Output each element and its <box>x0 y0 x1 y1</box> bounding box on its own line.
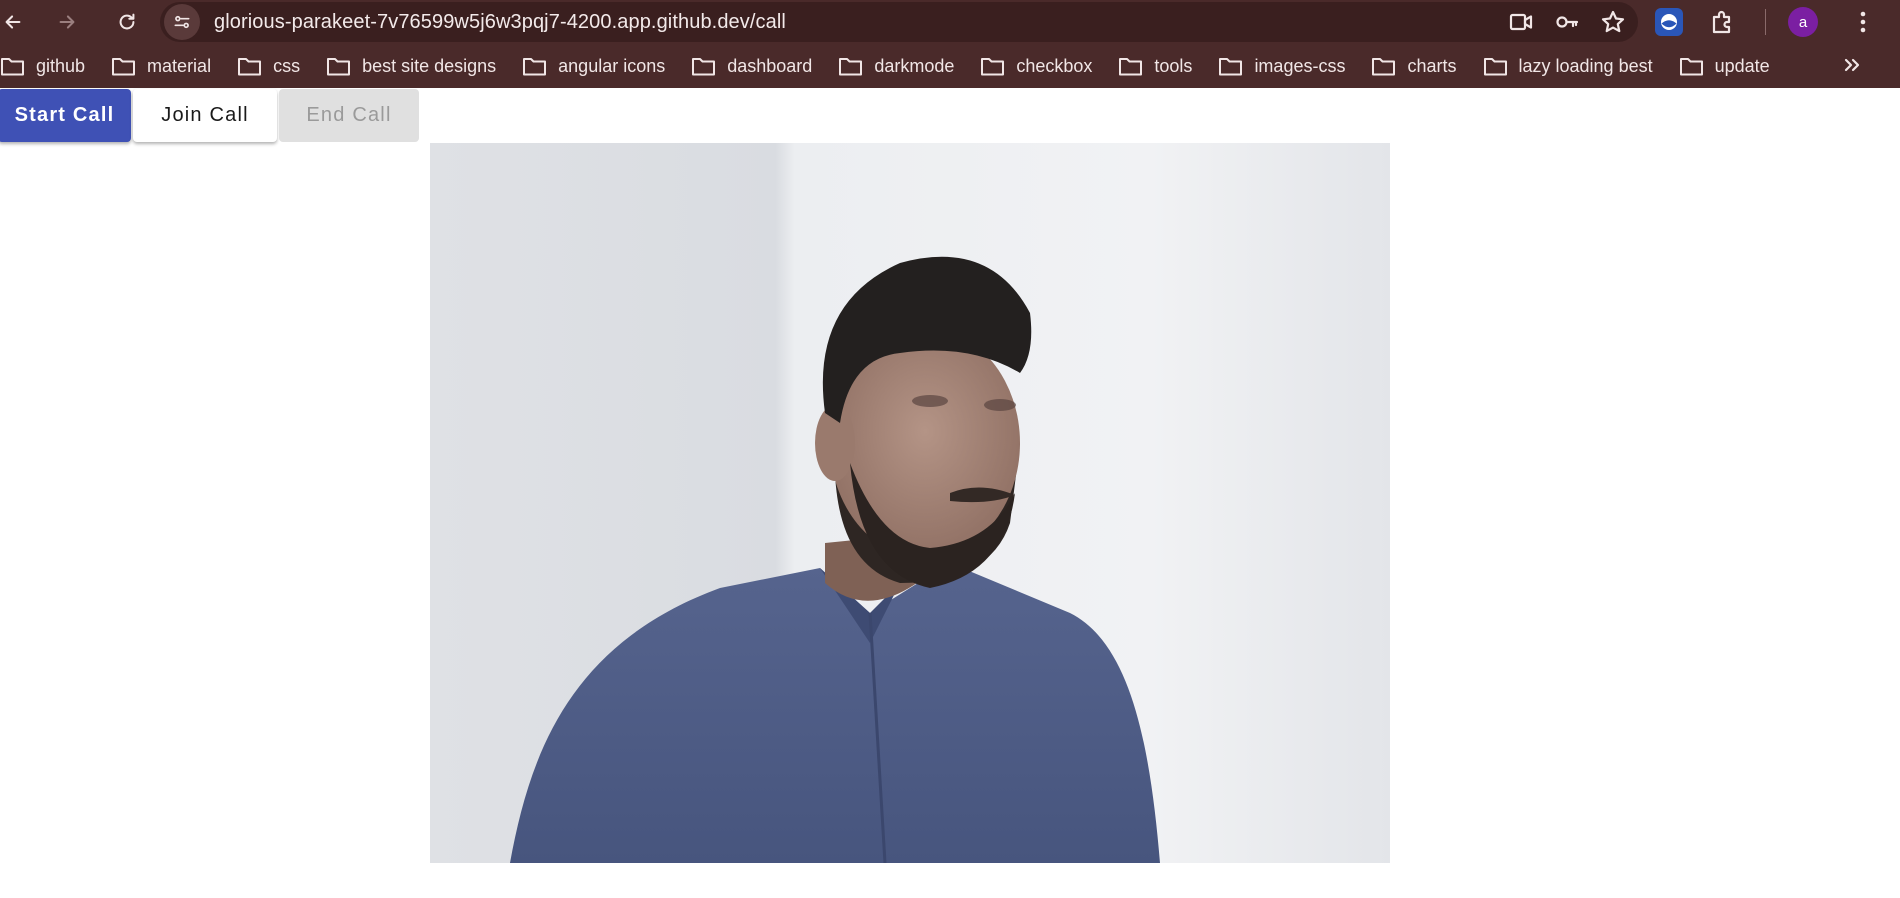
folder-icon <box>1118 55 1143 77</box>
puzzle-extensions-icon[interactable] <box>1709 8 1737 36</box>
folder-icon <box>1679 55 1704 77</box>
bookmarks-bar: github material css best site designs an… <box>0 44 1900 88</box>
bookmark-label: images-css <box>1254 55 1346 76</box>
folder-icon <box>522 55 547 77</box>
extension-icon[interactable] <box>1655 8 1683 36</box>
folder-icon <box>691 55 716 77</box>
bookmark-star-icon[interactable] <box>1600 9 1626 35</box>
bookmark-lazy-loading-best[interactable]: lazy loading best <box>1483 55 1653 77</box>
browser-chrome: glorious-parakeet-7v76599w5j6w3pqj7-4200… <box>0 0 1900 88</box>
bookmark-best-site-designs[interactable]: best site designs <box>326 55 496 77</box>
call-controls: Start Call Join Call End Call <box>0 88 1900 143</box>
bookmark-label: best site designs <box>362 55 497 76</box>
folder-icon <box>1483 55 1508 77</box>
forward-arrow-icon[interactable] <box>52 2 82 42</box>
join-call-button[interactable]: Join Call <box>133 89 277 142</box>
toolbar-divider <box>1765 9 1766 35</box>
bookmark-label: checkbox <box>1016 55 1093 76</box>
bookmark-label: angular icons <box>558 55 666 76</box>
more-bookmarks-chevron-icon[interactable] <box>1840 53 1864 77</box>
folder-icon <box>1371 55 1396 77</box>
address-bar[interactable]: glorious-parakeet-7v76599w5j6w3pqj7-4200… <box>160 2 1638 42</box>
bookmark-update[interactable]: update <box>1679 55 1770 77</box>
folder-icon <box>326 55 351 77</box>
folder-icon <box>0 55 25 77</box>
bookmark-angular-icons[interactable]: angular icons <box>522 55 665 77</box>
url-text[interactable]: glorious-parakeet-7v76599w5j6w3pqj7-4200… <box>214 11 786 34</box>
omnibox-actions <box>1508 2 1626 42</box>
bookmark-label: lazy loading best <box>1518 55 1653 76</box>
local-video <box>430 143 1390 863</box>
bookmark-tools[interactable]: tools <box>1118 55 1192 77</box>
bookmark-checkbox[interactable]: checkbox <box>980 55 1092 77</box>
avatar[interactable]: a <box>1788 7 1818 37</box>
camera-in-use-icon[interactable] <box>1508 9 1534 35</box>
end-call-button[interactable]: End Call <box>279 89 419 142</box>
bookmark-darkmode[interactable]: darkmode <box>838 55 954 77</box>
browser-toolbar: glorious-parakeet-7v76599w5j6w3pqj7-4200… <box>0 0 1900 44</box>
bookmark-dashboard[interactable]: dashboard <box>691 55 812 77</box>
folder-icon <box>980 55 1005 77</box>
folder-icon <box>111 55 136 77</box>
folder-icon <box>838 55 863 77</box>
password-key-icon[interactable] <box>1554 9 1580 35</box>
toolbar-right: a <box>1655 2 1874 42</box>
bookmark-material[interactable]: material <box>111 55 211 77</box>
bookmark-label: material <box>147 55 212 76</box>
bookmark-images-css[interactable]: images-css <box>1218 55 1345 77</box>
reload-icon[interactable] <box>112 2 142 42</box>
back-arrow-icon[interactable] <box>0 2 26 42</box>
bookmark-label: tools <box>1154 55 1193 76</box>
bookmark-charts[interactable]: charts <box>1371 55 1457 77</box>
kebab-menu-icon[interactable] <box>1852 9 1874 35</box>
folder-icon <box>1218 55 1243 77</box>
bookmark-label: update <box>1714 55 1770 76</box>
bookmark-label: css <box>273 55 301 76</box>
bookmark-label: charts <box>1407 55 1457 76</box>
call-page: Start Call Join Call End Call <box>0 88 1900 877</box>
start-call-button[interactable]: Start Call <box>0 89 131 142</box>
folder-icon <box>237 55 262 77</box>
site-info-icon[interactable] <box>164 4 200 40</box>
webcam-feed-image <box>430 143 1390 863</box>
bookmark-label: darkmode <box>874 55 955 76</box>
bookmark-label: github <box>36 55 86 76</box>
bookmark-label: dashboard <box>727 55 813 76</box>
bookmark-css[interactable]: css <box>237 55 300 77</box>
bookmark-github[interactable]: github <box>0 55 85 77</box>
